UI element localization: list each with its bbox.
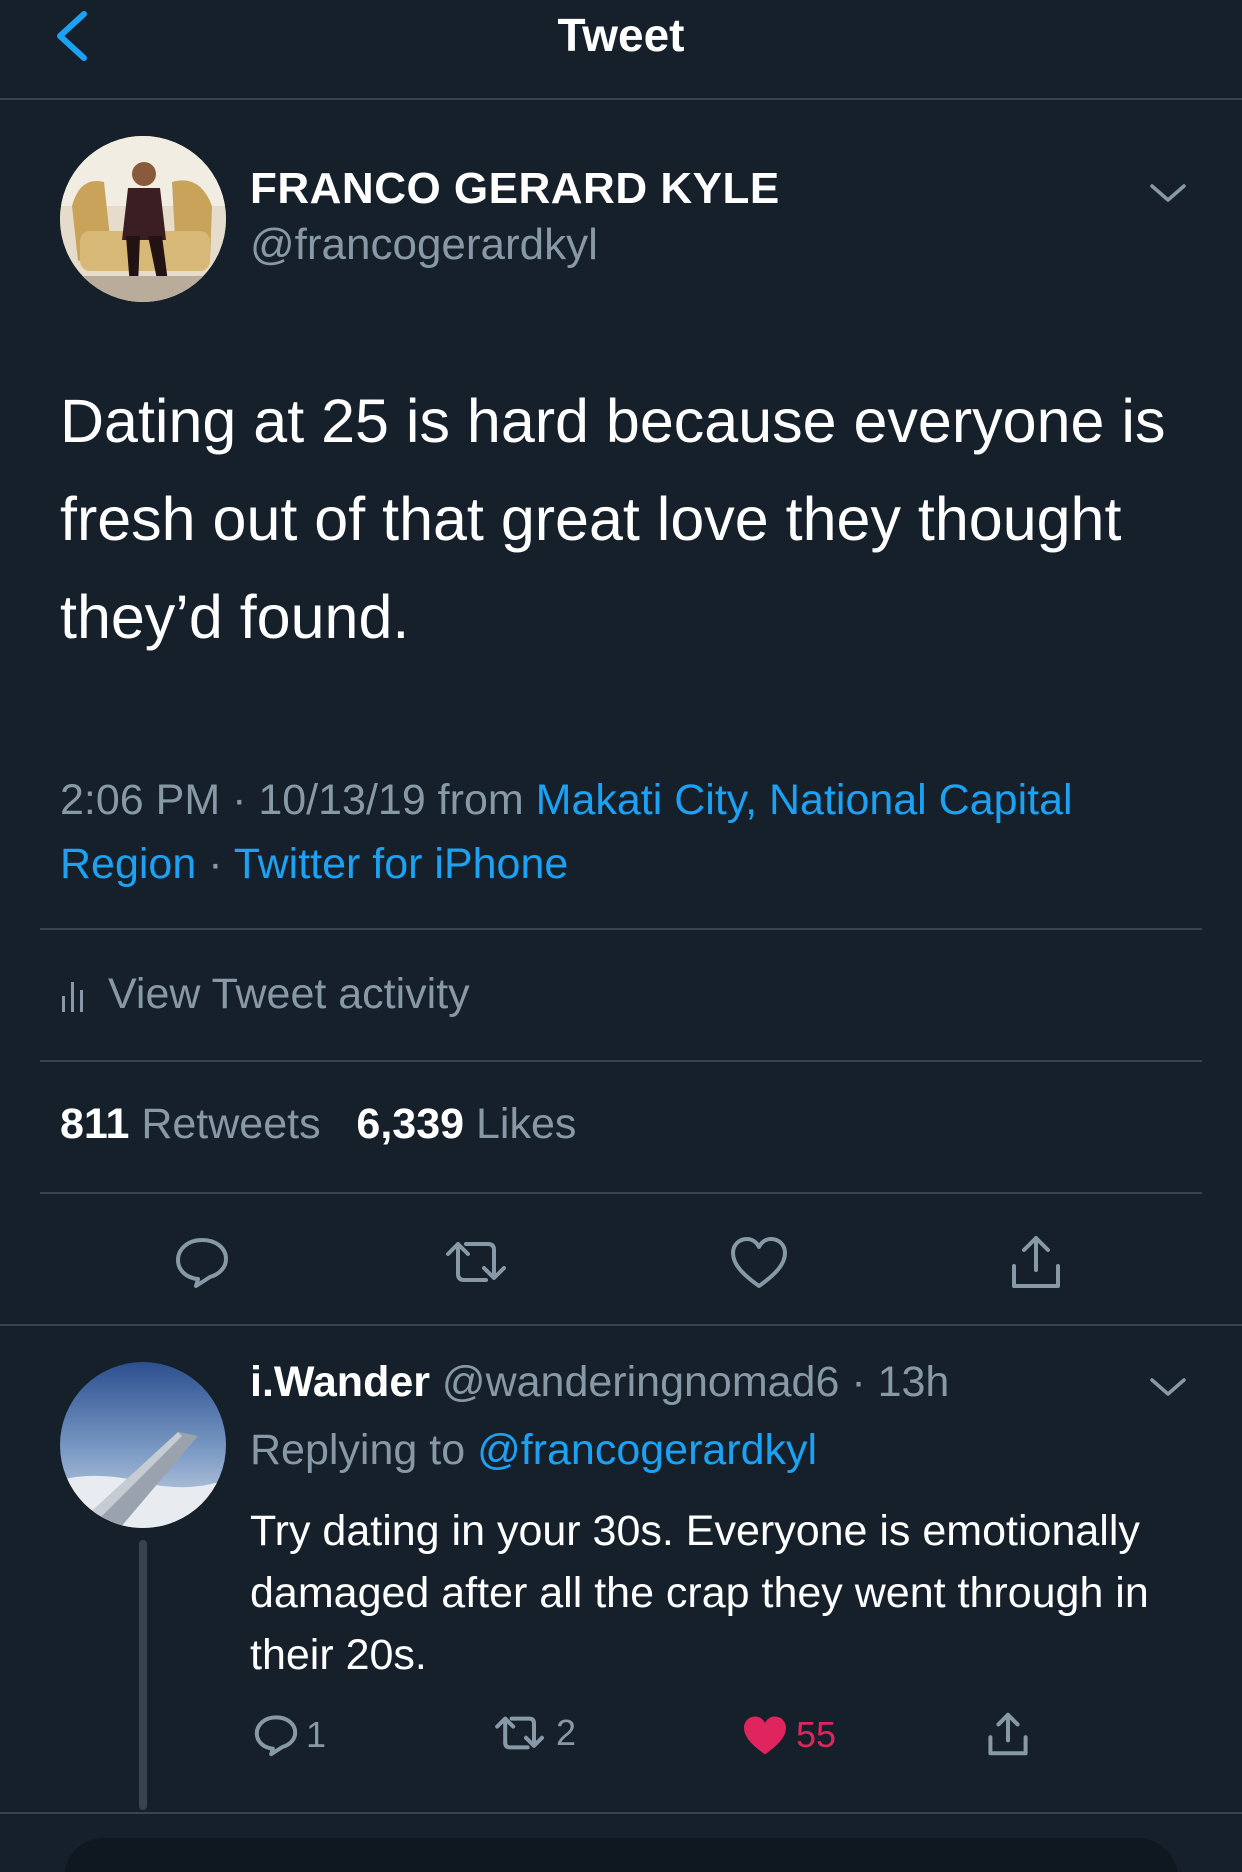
chevron-down-icon bbox=[1150, 184, 1186, 202]
reply-like-count: 55 bbox=[796, 1714, 837, 1755]
likes-label: Likes bbox=[464, 1100, 577, 1148]
reply-reply-button[interactable]: 1 bbox=[252, 1712, 326, 1758]
divider bbox=[40, 928, 1202, 930]
reply-share-button[interactable] bbox=[984, 1710, 1032, 1758]
replying-to-handle[interactable]: @francogerardkyl bbox=[477, 1426, 817, 1474]
likes-stat[interactable]: 6,339 Likes bbox=[356, 1100, 576, 1148]
reply-author-handle[interactable]: @wanderingnomad6 bbox=[430, 1358, 839, 1406]
meta-separator: · bbox=[196, 840, 234, 888]
likes-count: 6,339 bbox=[356, 1100, 465, 1148]
divider bbox=[0, 1812, 1242, 1814]
tweet-text: Dating at 25 is hard because everyone is… bbox=[60, 387, 1166, 651]
retweet-button[interactable] bbox=[444, 1236, 514, 1288]
reply-retweet-count: 2 bbox=[556, 1712, 577, 1753]
tweet-meta: 2:06 PM · 10/13/19 from Makati City, Nat… bbox=[60, 768, 1200, 896]
reply-icon bbox=[254, 1715, 298, 1757]
author-handle[interactable]: @francogerardkyl bbox=[250, 220, 598, 270]
retweet-icon bbox=[495, 1716, 544, 1750]
author-avatar[interactable] bbox=[60, 136, 226, 302]
reply-retweet-button[interactable]: 2 bbox=[494, 1712, 576, 1754]
page-title: Tweet bbox=[557, 9, 685, 61]
reply-author-name[interactable]: i.Wander bbox=[250, 1358, 430, 1406]
heart-icon bbox=[731, 1237, 787, 1288]
reply-like-button[interactable]: 55 bbox=[740, 1712, 836, 1758]
thread-line bbox=[139, 1540, 147, 1810]
view-tweet-activity-button[interactable]: View Tweet activity bbox=[60, 966, 470, 1022]
retweets-count: 811 bbox=[60, 1100, 130, 1148]
chevron-down-icon bbox=[1150, 1378, 1186, 1396]
reply-button[interactable] bbox=[172, 1234, 232, 1290]
replying-to: Replying to @francogerardkyl bbox=[250, 1426, 817, 1475]
share-icon bbox=[1012, 1236, 1060, 1288]
retweet-icon bbox=[446, 1242, 506, 1282]
retweets-stat[interactable]: 811 Retweets bbox=[60, 1100, 321, 1148]
reply-time: · 13h bbox=[839, 1358, 950, 1406]
tweet-options-button[interactable] bbox=[1148, 178, 1188, 208]
reply-reply-count: 1 bbox=[306, 1714, 327, 1755]
reply-icon bbox=[176, 1238, 228, 1288]
reply-options-button[interactable] bbox=[1148, 1372, 1188, 1402]
share-icon bbox=[988, 1712, 1028, 1756]
like-button[interactable] bbox=[728, 1234, 790, 1290]
heart-filled-icon bbox=[744, 1716, 786, 1755]
tweet-time: 2:06 PM · 10/13/19 from bbox=[60, 776, 536, 824]
reply-author-avatar[interactable] bbox=[60, 1362, 226, 1528]
share-button[interactable] bbox=[1006, 1232, 1066, 1292]
view-tweet-activity-label: View Tweet activity bbox=[108, 969, 470, 1018]
reply-compose-bar[interactable] bbox=[64, 1838, 1178, 1872]
divider bbox=[40, 1060, 1202, 1062]
author-name[interactable]: FRANCO GERARD KYLE bbox=[250, 164, 780, 214]
replying-to-label: Replying to bbox=[250, 1426, 478, 1474]
analytics-icon bbox=[62, 982, 83, 1012]
divider bbox=[0, 1324, 1242, 1326]
tweet-stats: 811 Retweets 6,339 Likes bbox=[60, 1100, 576, 1149]
reply-header: i.Wander @wanderingnomad6 · 13h bbox=[250, 1358, 949, 1407]
divider bbox=[40, 1192, 1202, 1194]
retweets-label: Retweets bbox=[129, 1100, 321, 1148]
tweet-client-link[interactable]: Twitter for iPhone bbox=[234, 840, 569, 888]
reply-text: Try dating in your 30s. Everyone is emot… bbox=[250, 1507, 1149, 1679]
